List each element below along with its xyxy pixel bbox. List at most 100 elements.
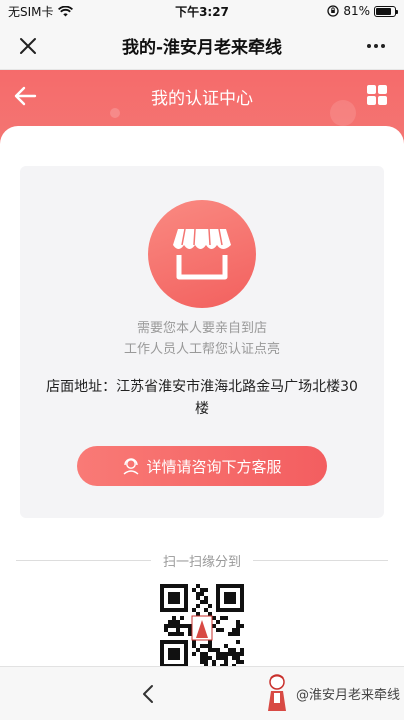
qr-module bbox=[208, 640, 212, 644]
contact-service-button[interactable]: 详情请咨询下方客服 bbox=[77, 446, 327, 486]
qr-module bbox=[200, 588, 204, 592]
qr-module bbox=[164, 628, 168, 632]
close-icon[interactable] bbox=[16, 34, 40, 58]
bottom-toolbar: @淮安月老来牵线 bbox=[0, 666, 404, 720]
qr-module bbox=[192, 588, 196, 592]
qr-module bbox=[196, 584, 200, 588]
qr-module bbox=[176, 624, 180, 628]
more-icon[interactable] bbox=[364, 34, 388, 58]
share-divider: 扫一扫缘分到 bbox=[16, 550, 388, 570]
qr-module bbox=[236, 632, 240, 636]
qr-module bbox=[232, 648, 236, 652]
qr-module bbox=[208, 648, 212, 652]
qr-finder bbox=[224, 592, 236, 604]
qr-module bbox=[228, 652, 232, 656]
header-row: 我的认证中心 bbox=[0, 70, 404, 122]
shop-icon-circle bbox=[148, 200, 256, 308]
page-title: 我的认证中心 bbox=[151, 88, 253, 109]
qr-module bbox=[220, 656, 224, 660]
qr-module bbox=[236, 656, 240, 660]
grid-icon[interactable] bbox=[366, 84, 388, 106]
qr-module bbox=[236, 624, 240, 628]
qr-module bbox=[208, 612, 212, 616]
qr-module bbox=[228, 632, 232, 636]
qr-module bbox=[200, 644, 204, 648]
qr-module bbox=[168, 624, 172, 628]
qr-module bbox=[240, 624, 244, 628]
wechat-page-title: 我的-淮安月老来牵线 bbox=[121, 38, 283, 58]
more-dot bbox=[374, 44, 378, 48]
qr-finder bbox=[168, 648, 180, 660]
qr-module bbox=[232, 632, 236, 636]
matchmaker-logo-icon bbox=[267, 674, 286, 711]
qr-module bbox=[200, 652, 204, 656]
battery-percent: 81% bbox=[343, 4, 370, 18]
qr-module bbox=[196, 612, 200, 616]
qr-code bbox=[148, 582, 256, 670]
qr-module bbox=[220, 652, 224, 656]
more-dot bbox=[367, 44, 371, 48]
qr-module bbox=[236, 660, 240, 664]
status-left: 无SIM卡 bbox=[8, 3, 73, 20]
status-bar: 无SIM卡 下午3:27 81% bbox=[0, 0, 404, 22]
qr-module bbox=[216, 620, 220, 624]
qr-module bbox=[180, 624, 184, 628]
qr-module bbox=[236, 640, 240, 644]
qr-module bbox=[200, 660, 204, 664]
qr-module bbox=[208, 644, 212, 648]
qr-module bbox=[188, 632, 192, 636]
auth-desc-line1: 需要您本人要亲自到店 bbox=[136, 321, 267, 336]
qr-module bbox=[232, 656, 236, 660]
qr-module bbox=[196, 592, 200, 596]
battery-fill bbox=[376, 7, 391, 15]
qr-module bbox=[240, 648, 244, 652]
wechat-nav-bar: 我的-淮安月老来牵线 bbox=[0, 22, 404, 70]
qr-module bbox=[212, 648, 216, 652]
store-address: 店面地址：江苏省淮安市淮海北路金马广场北楼30楼 bbox=[40, 376, 364, 420]
qr-module bbox=[164, 624, 168, 628]
qr-module bbox=[220, 628, 224, 632]
back-arrow-icon[interactable] bbox=[12, 84, 38, 108]
qr-module bbox=[176, 620, 180, 624]
qr-module bbox=[224, 616, 228, 620]
share-label: 扫一扫缘分到 bbox=[163, 554, 242, 570]
qr-module bbox=[204, 596, 208, 600]
qr-finder bbox=[168, 592, 180, 604]
qr-module bbox=[180, 616, 184, 620]
watermark-text: @淮安月老来牵线 bbox=[295, 687, 400, 703]
chevron-left-icon[interactable] bbox=[138, 683, 160, 705]
main-card: 需要您本人要亲自到店 工作人员人工帮您认证点亮 店面地址：江苏省淮安市淮海北路金… bbox=[0, 126, 404, 676]
qr-module bbox=[232, 628, 236, 632]
qr-module bbox=[196, 648, 200, 652]
qr-module bbox=[212, 660, 216, 664]
qr-module bbox=[216, 652, 220, 656]
qr-module bbox=[224, 644, 228, 648]
qr-module bbox=[188, 624, 192, 628]
qr-module bbox=[192, 652, 196, 656]
qr-module bbox=[220, 616, 224, 620]
qr-module bbox=[204, 660, 208, 664]
qr-module bbox=[216, 656, 220, 660]
wifi-icon bbox=[57, 5, 73, 16]
qr-module bbox=[212, 624, 216, 628]
carrier-text: 无SIM卡 bbox=[8, 4, 54, 19]
qr-module bbox=[196, 604, 200, 608]
auth-desc-line2: 工作人员人工帮您认证点亮 bbox=[123, 342, 280, 357]
address-value: 江苏省淮安市淮海北路金马广场北楼30楼 bbox=[116, 379, 358, 417]
qr-module bbox=[192, 644, 196, 648]
qr-module bbox=[212, 616, 216, 620]
more-dot bbox=[381, 44, 385, 48]
service-icon bbox=[124, 458, 139, 475]
qr-module bbox=[200, 656, 204, 660]
qr-module bbox=[176, 628, 180, 632]
qr-module bbox=[204, 600, 208, 604]
address-label: 店面地址： bbox=[46, 379, 117, 395]
contact-button-label: 详情请咨询下方客服 bbox=[146, 457, 282, 476]
watermark: @淮安月老来牵线 bbox=[262, 671, 400, 715]
qr-module bbox=[168, 632, 172, 636]
qr-module bbox=[204, 644, 208, 648]
auth-box: 需要您本人要亲自到店 工作人员人工帮您认证点亮 店面地址：江苏省淮安市淮海北路金… bbox=[20, 166, 384, 518]
qr-module bbox=[200, 592, 204, 596]
qr-module bbox=[236, 628, 240, 632]
orientation-lock-icon bbox=[327, 5, 339, 17]
